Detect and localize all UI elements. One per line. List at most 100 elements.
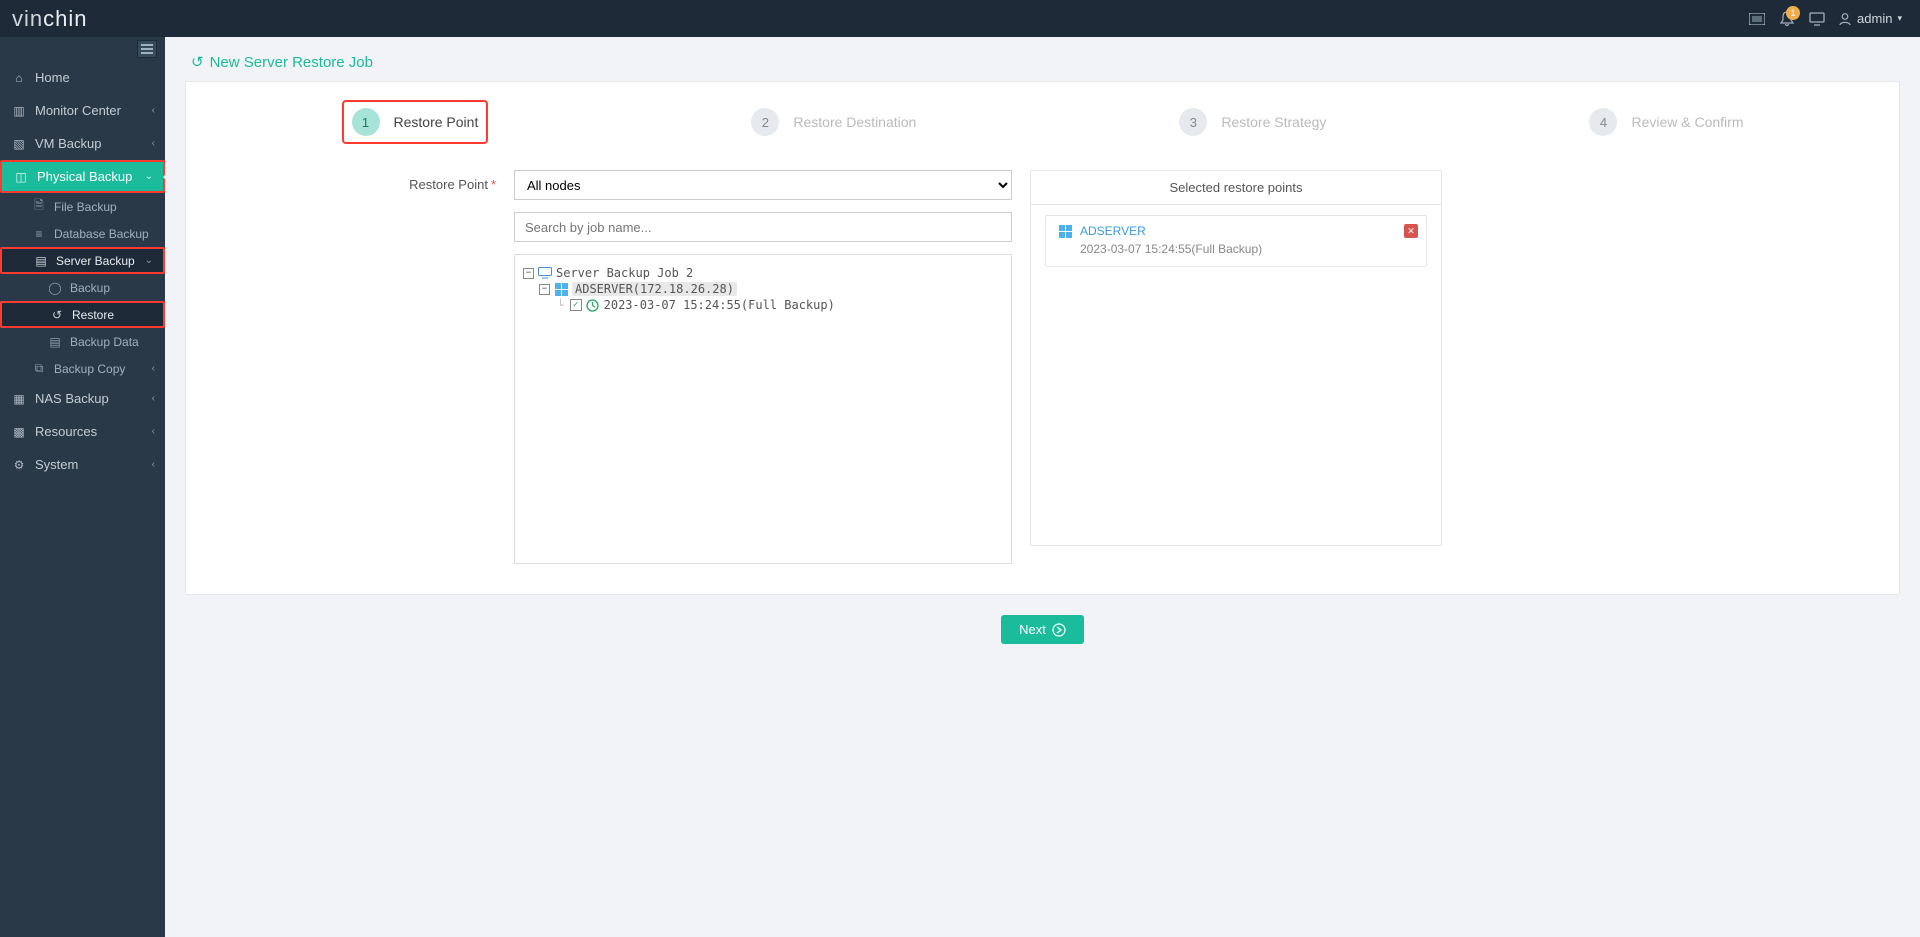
restore-point-row: Restore Point* All nodes − Server Bac — [210, 170, 1875, 564]
vm-icon: ▧ — [12, 137, 26, 151]
nas-icon: ▦ — [12, 392, 26, 406]
nav-home[interactable]: ⌂ Home — [0, 61, 165, 94]
next-button[interactable]: Next — [1001, 615, 1084, 644]
nav-file-label: File Backup — [54, 200, 117, 214]
nav-db-backup[interactable]: ≡ Database Backup — [0, 220, 165, 247]
step-2-label: Restore Destination — [793, 114, 916, 130]
nav-server-backup[interactable]: ▤ Server Backup ⌄ — [0, 247, 165, 274]
selected-points-panel: Selected restore points ADSERVER 2023-03… — [1030, 170, 1442, 546]
selected-item-name: ADSERVER — [1080, 224, 1146, 238]
nav-home-label: Home — [35, 70, 70, 85]
chevron-left-icon: ‹ — [152, 393, 155, 404]
copy-icon: ⧉ — [32, 362, 46, 376]
chevron-left-icon: ‹ — [152, 459, 155, 470]
step-1-label: Restore Point — [394, 114, 479, 130]
nav-monitor-label: Monitor Center — [35, 103, 121, 118]
step-4[interactable]: 4 Review & Confirm — [1589, 100, 1743, 144]
chevron-left-icon: ‹ — [152, 105, 155, 116]
data-icon: ▤ — [48, 335, 62, 349]
page-title: ↺ New Server Restore Job — [191, 53, 1900, 71]
minus-icon[interactable]: − — [523, 268, 534, 279]
nav-backup-copy[interactable]: ⧉ Backup Copy ‹ — [0, 355, 165, 382]
tree-point-label: 2023-03-07 15:24:55(Full Backup) — [604, 298, 835, 312]
job-icon — [538, 266, 552, 280]
node-select[interactable]: All nodes — [514, 170, 1012, 200]
minus-icon[interactable]: − — [539, 284, 550, 295]
nav-physical-backup[interactable]: ◫ Physical Backup ⌄ — [0, 160, 165, 193]
logo-part1: vin — [12, 6, 43, 31]
tree-row-job[interactable]: − Server Backup Job 2 — [523, 265, 1003, 281]
database-icon: ≡ — [32, 227, 46, 241]
step-4-label: Review & Confirm — [1631, 114, 1743, 130]
nav-vm-backup[interactable]: ▧ VM Backup ‹ — [0, 127, 165, 160]
tree-row-host[interactable]: − ADSERVER(172.18.26.28) — [523, 281, 1003, 297]
disk-icon: ◫ — [14, 170, 28, 184]
step-3[interactable]: 3 Restore Strategy — [1179, 100, 1326, 144]
nav-sb-backup-label: Backup — [70, 281, 110, 295]
main-content: ↺ New Server Restore Job 1 Restore Point… — [165, 37, 1920, 937]
chevron-left-icon: ‹ — [152, 363, 155, 374]
selected-header: Selected restore points — [1031, 171, 1441, 205]
tree-branch-icon: └ — [557, 299, 564, 312]
tree-row-point[interactable]: └ ✓ 2023-03-07 15:24:55(Full Backup) — [523, 297, 1003, 313]
server-icon: ▤ — [34, 254, 48, 268]
user-label: admin — [1857, 11, 1892, 26]
nav-nas[interactable]: ▦ NAS Backup ‹ — [0, 382, 165, 415]
tree-host-label: ADSERVER(172.18.26.28) — [572, 282, 737, 296]
nav-file-backup[interactable]: 🗎 File Backup — [0, 193, 165, 220]
checkbox-checked[interactable]: ✓ — [570, 299, 582, 311]
page-title-text: New Server Restore Job — [210, 54, 373, 71]
nav-system-label: System — [35, 457, 78, 472]
wizard-steps: 1 Restore Point 2 Restore Destination 3 … — [210, 100, 1875, 144]
nav-monitor[interactable]: ▥ Monitor Center ‹ — [0, 94, 165, 127]
nav-server-label: Server Backup — [56, 254, 135, 268]
bell-icon[interactable]: 1 — [1772, 4, 1802, 34]
selected-item: ADSERVER 2023-03-07 15:24:55(Full Backup… — [1045, 215, 1427, 267]
nav-sb-backup[interactable]: ◯ Backup — [0, 274, 165, 301]
backup-icon: ◯ — [48, 281, 62, 295]
chevron-down-icon: ⌄ — [145, 171, 153, 182]
selected-item-detail: 2023-03-07 15:24:55(Full Backup) — [1058, 242, 1414, 256]
nav-sb-restore[interactable]: ↺ Restore — [0, 301, 165, 328]
logo: vinchin — [12, 6, 87, 32]
chevron-left-icon: ‹ — [152, 138, 155, 149]
sidebar-toggle-button[interactable] — [137, 40, 157, 58]
gear-icon: ⚙ — [12, 458, 26, 472]
home-icon: ⌂ — [12, 71, 26, 85]
required-marker: * — [491, 177, 496, 192]
restore-point-controls: All nodes − Server Backup Job 2 − — [514, 170, 1012, 564]
chevron-down-icon: ⌄ — [145, 255, 153, 266]
monitor-icon[interactable] — [1802, 4, 1832, 34]
step-1[interactable]: 1 Restore Point — [342, 100, 489, 144]
remove-button[interactable]: ✕ — [1404, 224, 1418, 238]
restore-point-label: Restore Point* — [210, 170, 496, 192]
list-icon[interactable] — [1742, 4, 1772, 34]
restore-icon: ↺ — [50, 308, 64, 322]
sidebar: ⌂ Home ▥ Monitor Center ‹ ▧ VM Backup ‹ … — [0, 37, 165, 937]
windows-icon — [554, 282, 568, 296]
nav-resources[interactable]: ▩ Resources ‹ — [0, 415, 165, 448]
logo-part2: chin — [43, 6, 87, 31]
step-3-label: Restore Strategy — [1221, 114, 1326, 130]
monitor-nav-icon: ▥ — [12, 104, 26, 118]
user-menu[interactable]: admin ▾ — [1832, 11, 1908, 26]
next-button-label: Next — [1019, 622, 1046, 637]
nav-db-label: Database Backup — [54, 227, 149, 241]
chevron-down-icon: ▾ — [1897, 13, 1902, 24]
chevron-left-icon: ‹ — [152, 426, 155, 437]
step-2[interactable]: 2 Restore Destination — [751, 100, 916, 144]
resources-icon: ▩ — [12, 425, 26, 439]
step-2-num: 2 — [751, 108, 779, 136]
notification-badge: 1 — [1786, 6, 1800, 20]
clock-icon — [586, 298, 600, 312]
arrow-right-icon — [1052, 623, 1066, 637]
nav-sb-data[interactable]: ▤ Backup Data — [0, 328, 165, 355]
restore-title-icon: ↺ — [191, 53, 204, 71]
search-input[interactable] — [514, 212, 1012, 242]
nav-sb-restore-label: Restore — [72, 308, 114, 322]
step-3-num: 3 — [1179, 108, 1207, 136]
nav-resources-label: Resources — [35, 424, 97, 439]
nav-system[interactable]: ⚙ System ‹ — [0, 448, 165, 481]
restore-point-tree[interactable]: − Server Backup Job 2 − ADSERVER(172.1 — [514, 254, 1012, 564]
windows-icon — [1058, 224, 1072, 238]
